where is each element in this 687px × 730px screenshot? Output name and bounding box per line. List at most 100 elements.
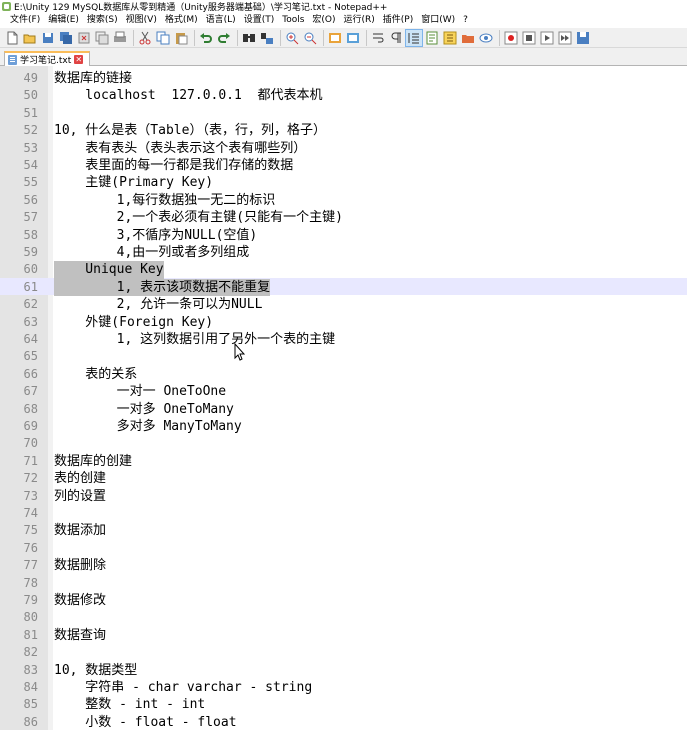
word-wrap-icon[interactable]: [370, 30, 386, 46]
editor-line[interactable]: 60 Unique Key: [0, 261, 687, 279]
editor-line[interactable]: 68 一对多 OneToMany: [0, 401, 687, 418]
undo-icon[interactable]: [198, 30, 214, 46]
open-file-icon[interactable]: [22, 30, 38, 46]
editor-line[interactable]: 81 数据查询: [0, 627, 687, 644]
line-number: 75: [23, 523, 38, 538]
zoom-out-icon[interactable]: [302, 30, 318, 46]
menu-plugins[interactable]: 插件(P): [379, 13, 417, 28]
play-macro-icon[interactable]: [539, 30, 555, 46]
editor-line[interactable]: 50 localhost 127.0.0.1 都代表本机: [0, 87, 687, 104]
redo-icon[interactable]: [216, 30, 232, 46]
line-text: 10, 数据类型: [54, 662, 138, 678]
editor-line[interactable]: 69 多对多 ManyToMany: [0, 418, 687, 435]
editor-line[interactable]: 72 表的创建: [0, 470, 687, 487]
editor-line[interactable]: 70: [0, 435, 687, 452]
close-all-icon[interactable]: [94, 30, 110, 46]
sync-vertical-icon[interactable]: [327, 30, 343, 46]
editor-line[interactable]: 51: [0, 105, 687, 122]
menu-search[interactable]: 搜索(S): [83, 13, 122, 28]
line-text: 3,不循序为NULL(空值): [54, 227, 258, 243]
menu-file[interactable]: 文件(F): [6, 13, 44, 28]
monitor-icon[interactable]: [478, 30, 494, 46]
editor-line[interactable]: 57 2,一个表必须有主键(只能有一个主键): [0, 209, 687, 226]
run-macro-multiple-icon[interactable]: [557, 30, 573, 46]
editor-line[interactable]: 67 一对一 OneToOne: [0, 383, 687, 400]
editor-line[interactable]: 61 1, 表示该项数据不能重复: [0, 278, 687, 297]
save-all-icon[interactable]: [58, 30, 74, 46]
line-text: 数据删除: [54, 558, 107, 574]
editor-line[interactable]: 65: [0, 348, 687, 365]
editor-line[interactable]: 58 3,不循序为NULL(空值): [0, 227, 687, 244]
indent-guide-icon[interactable]: [405, 28, 423, 47]
cut-icon[interactable]: [137, 30, 153, 46]
editor-line[interactable]: 55 主键(Primary Key): [0, 174, 687, 191]
editor-line[interactable]: 77 数据删除: [0, 557, 687, 574]
editor-line[interactable]: 74: [0, 505, 687, 522]
editor-line[interactable]: 66 表的关系: [0, 366, 687, 383]
line-text: 数据修改: [54, 593, 107, 608]
editor-line[interactable]: 80: [0, 609, 687, 626]
editor-line[interactable]: 52 10, 什么是表（Table）（表，行，列，格子）: [0, 122, 687, 139]
menu-edit[interactable]: 编辑(E): [44, 13, 83, 28]
editor-line[interactable]: 82: [0, 644, 687, 661]
menu-settings[interactable]: 设置(T): [240, 13, 279, 28]
menu-macro[interactable]: 宏(O): [308, 13, 339, 28]
print-icon[interactable]: [112, 30, 128, 46]
editor-line[interactable]: 71 数据库的创建: [0, 453, 687, 470]
line-number: 70: [23, 436, 38, 451]
zoom-in-icon[interactable]: [284, 30, 300, 46]
editor-line[interactable]: 59 4,由一列或者多列组成: [0, 244, 687, 261]
line-number: 54: [23, 158, 38, 172]
editor-line[interactable]: 84 字符串 - char varchar - string: [0, 679, 687, 696]
line-number: 85: [23, 697, 38, 712]
editor-line[interactable]: 49 数据库的链接: [0, 70, 687, 87]
editor-line[interactable]: 63 外键(Foreign Key): [0, 314, 687, 331]
editor-line[interactable]: 79 数据修改: [0, 592, 687, 609]
copy-icon[interactable]: [155, 30, 171, 46]
line-number: 65: [23, 349, 38, 364]
menu-run[interactable]: 运行(R): [340, 13, 379, 28]
line-number: 52: [23, 123, 38, 138]
paste-icon[interactable]: [173, 30, 189, 46]
close-icon[interactable]: [76, 30, 92, 46]
menu-window[interactable]: 窗口(W): [417, 13, 459, 28]
editor-line[interactable]: 85 整数 - int - int: [0, 696, 687, 713]
editor-line[interactable]: 62 2, 允许一条可以为NULL: [0, 296, 687, 313]
stop-macro-icon[interactable]: [521, 30, 537, 46]
record-macro-icon[interactable]: [503, 30, 519, 46]
menu-tools[interactable]: Tools: [278, 13, 308, 28]
editor-line[interactable]: 78: [0, 575, 687, 592]
menu-view[interactable]: 视图(V): [122, 13, 161, 28]
tab-study-notes[interactable]: 学习笔记.txt ✕: [4, 51, 90, 66]
function-list-icon[interactable]: [442, 30, 458, 46]
close-tab-icon[interactable]: ✕: [74, 55, 84, 64]
line-text: 外键(Foreign Key): [54, 314, 214, 330]
menu-help[interactable]: ?: [459, 13, 472, 28]
menu-format[interactable]: 格式(M): [161, 13, 202, 28]
save-icon[interactable]: [40, 30, 56, 46]
show-all-chars-icon[interactable]: [388, 30, 404, 46]
editor-line[interactable]: 56 1,每行数据独一无二的标识: [0, 192, 687, 209]
new-file-icon[interactable]: [4, 30, 20, 46]
line-text: 10, 什么是表（Table）（表，行，列，格子）: [54, 123, 326, 139]
editor-line[interactable]: 73 列的设置: [0, 488, 687, 505]
sync-horizontal-icon[interactable]: [345, 30, 361, 46]
line-number: 73: [23, 488, 38, 503]
editor-line[interactable]: 53 表有表头（表头表示这个表有哪些列）: [0, 140, 687, 157]
editor-line[interactable]: 75 数据添加: [0, 522, 687, 539]
line-text: 一对一 OneToOne: [54, 384, 227, 400]
editor-line[interactable]: 76: [0, 540, 687, 557]
editor-line[interactable]: 64 1, 这列数据引用了另外一个表的主键: [0, 331, 687, 348]
editor-line[interactable]: 86 小数 - float - float: [0, 714, 687, 730]
replace-icon[interactable]: [259, 30, 275, 46]
folder-workspace-icon[interactable]: [460, 30, 476, 46]
editor-line[interactable]: 83 10, 数据类型: [0, 662, 687, 679]
doc-map-icon[interactable]: [424, 30, 440, 46]
editor[interactable]: 49 数据库的链接 50 localhost 127.0.0.1 都代表本机 51 52…: [0, 66, 687, 730]
editor-line[interactable]: 54 表里面的每一行都是我们存储的数据: [0, 157, 687, 174]
line-number: 58: [23, 227, 38, 242]
find-icon[interactable]: [241, 30, 257, 46]
menu-language[interactable]: 语言(L): [202, 13, 240, 28]
save-macro-icon[interactable]: [575, 30, 591, 46]
toolbar: [0, 28, 687, 48]
